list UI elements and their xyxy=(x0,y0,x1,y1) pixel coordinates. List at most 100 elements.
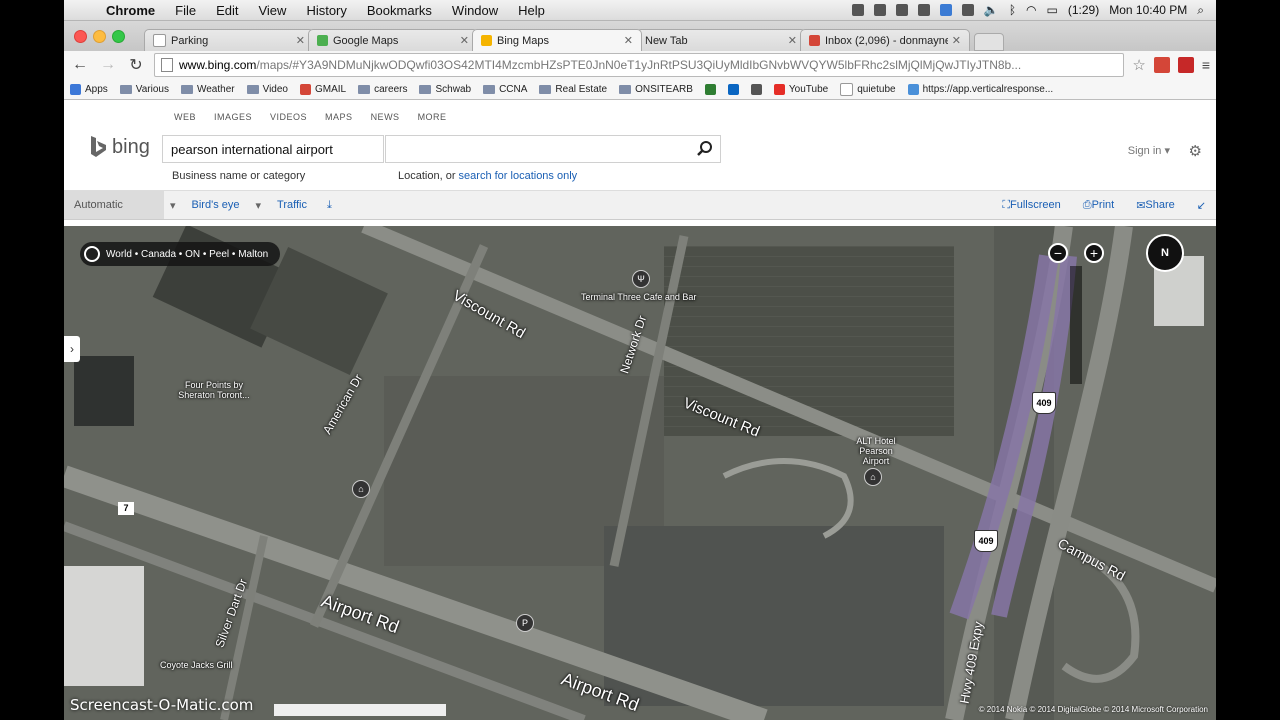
location-breadcrumb[interactable]: World • Canada • ON • Peel • Malton xyxy=(80,242,281,266)
scope-news[interactable]: NEWS xyxy=(371,112,400,122)
poi-label[interactable]: Terminal Three Cafe and Bar xyxy=(581,292,696,302)
tab-bing-maps[interactable]: Bing Maps ✕ xyxy=(472,29,642,51)
birdseye-button[interactable]: Bird's eye xyxy=(182,191,250,219)
scope-images[interactable]: IMAGES xyxy=(214,112,252,122)
minimize-window-button[interactable] xyxy=(93,30,106,43)
hotel-pin-icon[interactable]: ⌂ xyxy=(864,468,882,486)
fullscreen-button[interactable]: ⛶ Fullscreen xyxy=(992,191,1070,219)
search-locations-link[interactable]: search for locations only xyxy=(459,170,578,182)
print-label: Print xyxy=(1091,199,1115,211)
tab-new-tab[interactable]: New Tab ✕ xyxy=(636,29,806,51)
evernote-bookmark-icon[interactable] xyxy=(704,83,716,95)
menu-view[interactable]: View xyxy=(248,3,296,18)
cafe-pin-icon[interactable]: Ψ xyxy=(632,270,650,288)
notification-icon[interactable] xyxy=(895,4,908,16)
menu-edit[interactable]: Edit xyxy=(206,3,248,18)
tab-inbox[interactable]: Inbox (2,096) - donmayne ✕ xyxy=(800,29,970,51)
poi-label[interactable]: Coyote Jacks Grill xyxy=(160,660,233,670)
scope-videos[interactable]: VIDEOS xyxy=(270,112,307,122)
menu-history[interactable]: History xyxy=(296,3,356,18)
chevron-down-icon[interactable]: ▾ xyxy=(249,191,267,219)
app-tray-icon[interactable] xyxy=(939,4,952,16)
menu-help[interactable]: Help xyxy=(508,3,555,18)
tab-parking[interactable]: Parking ✕ xyxy=(144,29,314,51)
compass-icon[interactable]: N xyxy=(1146,234,1184,272)
close-tab-icon[interactable]: ✕ xyxy=(624,34,633,47)
scope-web[interactable]: WEB xyxy=(174,112,196,122)
gear-icon[interactable]: ⚙ xyxy=(1189,142,1202,160)
zoom-out-button[interactable]: − xyxy=(1048,243,1068,263)
bookmark-icon[interactable] xyxy=(750,83,762,95)
map-style-automatic[interactable]: Automatic xyxy=(64,191,164,219)
collapse-icon[interactable]: ↙ xyxy=(1187,191,1216,219)
bookmark-weather[interactable]: Weather xyxy=(180,84,235,95)
time-machine-icon[interactable] xyxy=(961,4,974,16)
bookmark-real-estate[interactable]: Real Estate xyxy=(539,84,607,95)
bookmark-ccna[interactable]: CCNA xyxy=(483,84,527,95)
back-arrow-icon[interactable]: ← xyxy=(70,56,90,74)
menu-window[interactable]: Window xyxy=(442,3,508,18)
bookmark-careers[interactable]: careers xyxy=(358,84,407,95)
evernote-icon[interactable] xyxy=(851,4,864,16)
gmail-extension-icon[interactable] xyxy=(1153,57,1170,73)
bookmark-verticalresponse[interactable]: https://app.verticalresponse... xyxy=(907,83,1053,95)
spotlight-icon[interactable]: ⌕ xyxy=(1197,3,1204,18)
bookmark-apps[interactable]: Apps xyxy=(70,83,108,95)
location-pin-icon[interactable]: ⌂ xyxy=(352,480,370,498)
poi-label[interactable]: Four Points by Sheraton Toront... xyxy=(174,380,254,400)
clock[interactable]: Mon 10:40 PM xyxy=(1109,3,1187,17)
bookmark-video[interactable]: Video xyxy=(246,84,288,95)
bookmark-quietube[interactable]: quietube xyxy=(840,82,896,96)
reload-icon[interactable]: ↻ xyxy=(126,55,146,75)
bookmark-various[interactable]: Various xyxy=(119,84,169,95)
bluetooth-icon[interactable]: ᛒ xyxy=(1009,3,1016,17)
bookmark-schwab[interactable]: Schwab xyxy=(419,84,471,95)
volume-icon[interactable]: 🔈 xyxy=(984,3,999,17)
where-search-input[interactable] xyxy=(385,135,721,163)
forward-arrow-icon[interactable]: → xyxy=(98,56,118,74)
map-canvas[interactable]: › World • Canada • ON • Peel • Malton Vi… xyxy=(64,226,1216,720)
close-tab-icon[interactable]: ✕ xyxy=(952,34,961,47)
close-tab-icon[interactable]: ✕ xyxy=(788,34,797,47)
search-icon[interactable] xyxy=(696,140,714,158)
close-window-button[interactable] xyxy=(74,30,87,43)
page-info-icon[interactable] xyxy=(161,58,173,72)
bookmark-youtube[interactable]: YouTube xyxy=(773,83,828,95)
zoom-in-button[interactable]: + xyxy=(1084,243,1104,263)
expand-panel-icon[interactable]: › xyxy=(64,336,80,362)
bookmark-star-icon[interactable]: ☆ xyxy=(1132,56,1145,74)
address-bar[interactable]: www.bing.com/maps/#Y3A9NDMuNjkwODQwfi03O… xyxy=(154,53,1125,77)
zoom-slider[interactable] xyxy=(1070,266,1082,384)
parking-pin-icon[interactable]: P xyxy=(516,614,534,632)
extension-icon[interactable] xyxy=(1177,57,1194,73)
wifi-icon[interactable]: ◠ xyxy=(1026,3,1036,17)
menu-app[interactable]: Chrome xyxy=(96,3,165,18)
recycle-icon[interactable] xyxy=(917,4,930,16)
poi-label[interactable]: ALT Hotel Pearson Airport xyxy=(850,436,902,466)
menu-bookmarks[interactable]: Bookmarks xyxy=(357,3,442,18)
download-icon[interactable]: ⤓ xyxy=(317,191,342,219)
battery-time[interactable]: (1:29) xyxy=(1068,3,1099,17)
print-button[interactable]: ⎙ Print xyxy=(1073,191,1124,219)
scope-more[interactable]: MORE xyxy=(418,112,447,122)
scope-maps[interactable]: MAPS xyxy=(325,112,353,122)
bing-logo[interactable]: bing xyxy=(88,135,150,159)
what-search-input[interactable]: pearson international airport xyxy=(162,135,384,163)
tab-google-maps[interactable]: Google Maps ✕ xyxy=(308,29,478,51)
chevron-down-icon[interactable]: ▾ xyxy=(164,191,182,219)
sign-in-button[interactable]: Sign in ▾ xyxy=(1128,144,1170,157)
tab-title: Inbox (2,096) - donmayne xyxy=(825,34,948,47)
traffic-button[interactable]: Traffic xyxy=(267,191,317,219)
bookmark-onsitearb[interactable]: ONSITEARB xyxy=(619,84,693,95)
linkedin-bookmark-icon[interactable] xyxy=(727,83,739,95)
close-tab-icon[interactable]: ✕ xyxy=(296,34,305,47)
menu-file[interactable]: File xyxy=(165,3,206,18)
share-button[interactable]: ✉ Share xyxy=(1126,191,1185,219)
zoom-window-button[interactable] xyxy=(112,30,125,43)
bookmark-gmail[interactable]: GMAIL xyxy=(300,83,346,95)
close-tab-icon[interactable]: ✕ xyxy=(460,34,469,47)
chrome-menu-icon[interactable]: ≡ xyxy=(1202,57,1210,73)
new-tab-button[interactable] xyxy=(974,33,1004,51)
battery-icon[interactable]: ▭ xyxy=(1047,3,1058,17)
tools-icon[interactable] xyxy=(873,4,886,16)
